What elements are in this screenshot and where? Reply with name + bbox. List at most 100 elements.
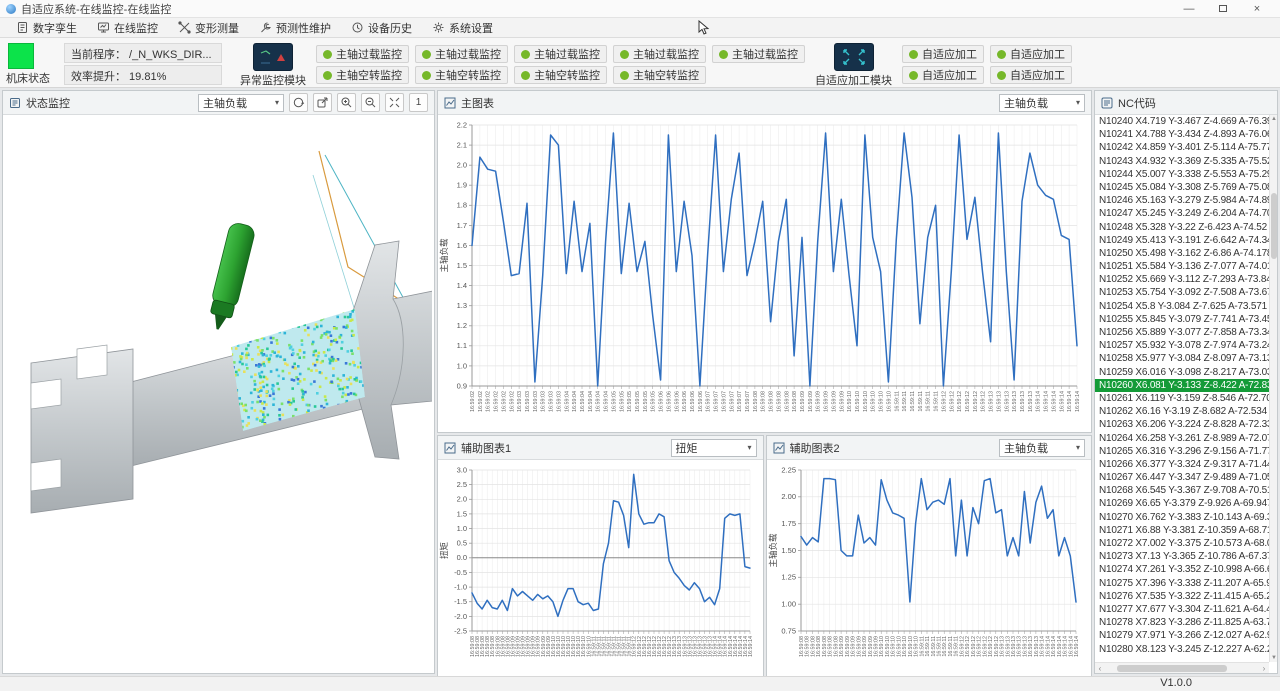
anomaly-module[interactable]: 异常监控模块: [240, 43, 306, 88]
svg-text:16:59:04: 16:59:04: [580, 391, 586, 412]
svg-text:1.2: 1.2: [457, 321, 467, 330]
nc-line[interactable]: N10244 X5.007 Y-3.338 Z-5.553 A-75.297: [1095, 168, 1269, 181]
adaptive-machining-button-3[interactable]: 自适应加工: [990, 66, 1072, 84]
nc-line[interactable]: N10279 X7.971 Y-3.266 Z-12.027 A-62.98: [1095, 629, 1269, 642]
machine-status-label: 机床状态: [6, 70, 62, 86]
scroll-down-icon[interactable]: ▼: [1270, 654, 1277, 662]
zoom-out-button[interactable]: [361, 93, 380, 112]
nc-line[interactable]: N10246 X5.163 Y-3.279 Z-5.984 A-74.892: [1095, 194, 1269, 207]
nc-line[interactable]: N10277 X7.677 Y-3.304 Z-11.621 A-64.48: [1095, 603, 1269, 616]
nc-vscroll-thumb[interactable]: [1271, 193, 1277, 259]
spindle-overload-monitor-button-0[interactable]: 主轴过载监控: [316, 45, 409, 63]
scroll-right-icon[interactable]: ›: [1259, 664, 1269, 673]
nc-line[interactable]: N10256 X5.889 Y-3.077 Z-7.858 A-73.348: [1095, 326, 1269, 339]
adaptive-machining-button-2[interactable]: 自适应加工: [902, 66, 984, 84]
view-level-box[interactable]: 1: [409, 93, 428, 112]
svg-text:1.5: 1.5: [457, 509, 467, 518]
scroll-left-icon[interactable]: ‹: [1095, 664, 1105, 673]
adaptive-module[interactable]: 自适应加工模块: [815, 43, 892, 88]
fit-view-button[interactable]: [385, 93, 404, 112]
nc-line[interactable]: N10273 X7.13 Y-3.365 Z-10.786 A-67.372: [1095, 550, 1269, 563]
nc-line[interactable]: N10243 X4.932 Y-3.369 Z-5.335 A-75.523: [1095, 155, 1269, 168]
scroll-up-icon[interactable]: ▲: [1270, 115, 1277, 123]
nc-line[interactable]: N10245 X5.084 Y-3.308 Z-5.769 A-75.088: [1095, 181, 1269, 194]
spindle-idle-monitor-button-0[interactable]: 主轴空转监控: [316, 66, 409, 84]
menu-item-2[interactable]: 变形测量: [168, 18, 249, 38]
nc-line[interactable]: N10248 X5.328 Y-3.22 Z-6.423 A-74.52 C: [1095, 221, 1269, 234]
nc-line[interactable]: N10280 X8.123 Y-3.245 Z-12.227 A-62.23: [1095, 643, 1269, 656]
zoom-in-button[interactable]: [337, 93, 356, 112]
spindle-overload-monitor-button-4[interactable]: 主轴过载监控: [712, 45, 805, 63]
adaptive-machining-button-0[interactable]: 自适应加工: [902, 45, 984, 63]
close-button[interactable]: ×: [1240, 0, 1274, 17]
nc-line[interactable]: N10267 X6.447 Y-3.347 Z-9.489 A-71.055: [1095, 471, 1269, 484]
spindle-idle-monitor-button-3[interactable]: 主轴空转监控: [613, 66, 706, 84]
nc-line[interactable]: N10253 X5.754 Y-3.092 Z-7.508 A-73.677: [1095, 286, 1269, 299]
nc-vertical-scrollbar[interactable]: ▲ ▼: [1269, 115, 1277, 662]
nc-line[interactable]: N10242 X4.859 Y-3.401 Z-5.114 A-75.775: [1095, 141, 1269, 154]
nc-line-active[interactable]: N10260 X6.081 Y-3.133 Z-8.422 A-72.835: [1095, 379, 1269, 392]
nc-line[interactable]: N10266 X6.377 Y-3.324 Z-9.317 A-71.443: [1095, 458, 1269, 471]
nc-line[interactable]: N10247 X5.245 Y-3.249 Z-6.204 A-74.701: [1095, 207, 1269, 220]
status-3d-viewport[interactable]: [3, 115, 434, 673]
nc-line[interactable]: N10262 X6.16 Y-3.19 Z-8.682 A-72.534 C: [1095, 405, 1269, 418]
svg-text:1.8: 1.8: [457, 201, 467, 210]
svg-text:16:59:02: 16:59:02: [501, 391, 507, 412]
nc-line[interactable]: N10255 X5.845 Y-3.079 Z-7.741 A-73.458: [1095, 313, 1269, 326]
nc-line[interactable]: N10275 X7.396 Y-3.338 Z-11.207 A-65.95: [1095, 577, 1269, 590]
nc-code-list[interactable]: N10240 X4.719 Y-3.467 Z-4.669 A-76.396N1…: [1095, 115, 1269, 662]
spindle-overload-monitor-button-1[interactable]: 主轴过载监控: [415, 45, 508, 63]
menu-item-5[interactable]: 系统设置: [422, 18, 503, 38]
menu-item-1[interactable]: 在线监控: [87, 18, 168, 38]
nc-line[interactable]: N10251 X5.584 Y-3.136 Z-7.077 A-74.012: [1095, 260, 1269, 273]
nc-line[interactable]: N10252 X5.669 Y-3.112 Z-7.293 A-73.844: [1095, 273, 1269, 286]
anomaly-module-icon: [253, 43, 293, 71]
status-signal-select[interactable]: 主轴负载 ▾: [198, 94, 284, 112]
minimize-button[interactable]: —: [1172, 0, 1206, 17]
nc-line[interactable]: N10272 X7.002 Y-3.375 Z-10.573 A-68.05: [1095, 537, 1269, 550]
nc-line[interactable]: N10257 X5.932 Y-3.078 Z-7.974 A-73.243: [1095, 339, 1269, 352]
export-view-button[interactable]: [313, 93, 332, 112]
svg-text:0.5: 0.5: [457, 539, 467, 548]
nc-line[interactable]: N10250 X5.498 Y-3.162 Z-6.86 A-74.178 C: [1095, 247, 1269, 260]
menu-item-4[interactable]: 设备历史: [341, 18, 422, 38]
menu-item-0[interactable]: 数字孪生: [6, 18, 87, 38]
spindle-overload-monitor-button-2[interactable]: 主轴过载监控: [514, 45, 607, 63]
green-led-icon: [909, 50, 918, 59]
chevron-down-icon: ▾: [1076, 443, 1080, 452]
nc-line[interactable]: N10271 X6.88 Y-3.381 Z-10.359 A-68.711: [1095, 524, 1269, 537]
nc-line[interactable]: N10274 X7.261 Y-3.352 Z-10.998 A-66.67: [1095, 563, 1269, 576]
svg-text:16:59:10: 16:59:10: [847, 391, 853, 412]
nc-line[interactable]: N10261 X6.119 Y-3.159 Z-8.546 A-72.701: [1095, 392, 1269, 405]
svg-text:16:59:12: 16:59:12: [949, 391, 955, 412]
spindle-idle-monitor-button-1[interactable]: 主轴空转监控: [415, 66, 508, 84]
nc-line[interactable]: N10270 X6.762 Y-3.383 Z-10.143 A-69.34: [1095, 511, 1269, 524]
nc-hscroll-thumb[interactable]: [1117, 665, 1227, 672]
nc-line[interactable]: N10258 X5.977 Y-3.084 Z-8.097 A-73.138: [1095, 352, 1269, 365]
menu-item-3[interactable]: 预测性维护: [249, 18, 341, 38]
main-chart-signal-select[interactable]: 主轴负载 ▾: [999, 94, 1085, 112]
adaptive-button-group: 自适应加工自适应加工自适应加工自适应加工: [902, 45, 1072, 84]
nc-code-header: NC代码: [1095, 91, 1277, 115]
nc-line[interactable]: N10240 X4.719 Y-3.467 Z-4.669 A-76.396: [1095, 115, 1269, 128]
adaptive-machining-button-1[interactable]: 自适应加工: [990, 45, 1072, 63]
nc-line[interactable]: N10269 X6.65 Y-3.379 Z-9.926 A-69.947 C: [1095, 497, 1269, 510]
nc-line[interactable]: N10276 X7.535 Y-3.322 Z-11.415 A-65.22: [1095, 590, 1269, 603]
nc-line[interactable]: N10264 X6.258 Y-3.261 Z-8.989 A-72.072: [1095, 432, 1269, 445]
nc-line[interactable]: N10254 X5.8 Y-3.084 Z-7.625 A-73.571 C: [1095, 300, 1269, 313]
nc-line[interactable]: N10268 X6.545 Y-3.367 Z-9.708 A-70.519: [1095, 484, 1269, 497]
maximize-button[interactable]: [1206, 0, 1240, 17]
nc-line[interactable]: N10265 X6.316 Y-3.296 Z-9.156 A-71.771: [1095, 445, 1269, 458]
spindle-idle-monitor-button-2[interactable]: 主轴空转监控: [514, 66, 607, 84]
nc-line[interactable]: N10278 X7.823 Y-3.286 Z-11.825 A-63.73: [1095, 616, 1269, 629]
green-led-icon: [323, 71, 332, 80]
spindle-overload-monitor-button-3[interactable]: 主轴过载监控: [613, 45, 706, 63]
nc-line[interactable]: N10263 X6.206 Y-3.224 Z-8.828 A-72.33 C: [1095, 418, 1269, 431]
nc-line[interactable]: N10249 X5.413 Y-3.191 Z-6.642 A-74.346: [1095, 234, 1269, 247]
aux-chart2-signal-select[interactable]: 主轴负载 ▾: [999, 439, 1085, 457]
nc-horizontal-scrollbar[interactable]: ‹ ›: [1095, 662, 1269, 673]
nc-line[interactable]: N10241 X4.788 Y-3.434 Z-4.893 A-76.062: [1095, 128, 1269, 141]
aux-chart1-signal-select[interactable]: 扭矩 ▾: [671, 439, 757, 457]
orbit-view-button[interactable]: [289, 93, 308, 112]
nc-line[interactable]: N10259 X6.016 Y-3.098 Z-8.217 A-73.036: [1095, 366, 1269, 379]
